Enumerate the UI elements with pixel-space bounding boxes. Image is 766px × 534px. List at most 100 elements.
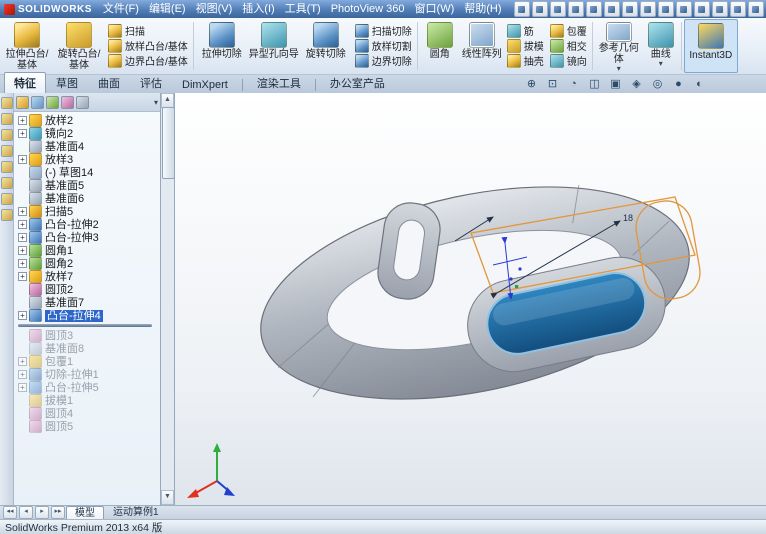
shell-button[interactable]: 抽壳	[504, 53, 547, 68]
tree-item[interactable]: + 圆顶3	[16, 329, 160, 342]
next-tab-icon[interactable]: ▸	[35, 506, 49, 519]
rollback-bar[interactable]	[18, 324, 152, 327]
tab-render-tools[interactable]: 渲染工具	[247, 72, 311, 93]
rebuild-icon[interactable]	[657, 1, 674, 17]
boundary-boss-button[interactable]: 边界凸台/基体	[105, 53, 191, 68]
revolve-boss-button[interactable]: 旋转凸台/基体	[53, 19, 105, 73]
side-tool-icon-6[interactable]	[0, 177, 13, 189]
side-tool-icon-3[interactable]	[0, 129, 13, 141]
tree-item[interactable]: + 凸台-拉伸2	[16, 218, 160, 231]
display-style-icon[interactable]: ◈	[628, 77, 645, 92]
model-canvas[interactable]: 18	[175, 93, 766, 505]
expand-icon[interactable]: +	[18, 155, 27, 164]
menu-item[interactable]: 编辑(E)	[144, 0, 191, 18]
tab-dimxpert[interactable]: DimXpert	[172, 76, 238, 93]
section-view-icon[interactable]: ◫	[586, 77, 603, 92]
tab-features[interactable]: 特征	[4, 72, 46, 93]
scroll-down-icon[interactable]: ▼	[161, 490, 174, 505]
side-tool-icon-7[interactable]	[0, 193, 13, 205]
expand-icon[interactable]: +	[18, 220, 27, 229]
zoom-area-icon[interactable]: ⊡	[544, 77, 561, 92]
mirror-button[interactable]: 镜向	[547, 53, 590, 68]
zoom-to-fit-icon[interactable]: ⊕	[523, 77, 540, 92]
redo-icon[interactable]	[621, 1, 638, 17]
tree-item[interactable]: + 圆顶5	[16, 420, 160, 433]
tree-item[interactable]: + 基准面4	[16, 140, 160, 153]
previous-view-icon[interactable]: ◔	[565, 77, 582, 92]
side-tool-icon-8[interactable]	[0, 209, 13, 221]
menu-item[interactable]: PhotoView 360	[326, 0, 410, 18]
save-icon[interactable]	[549, 1, 566, 17]
expand-icon[interactable]: +	[18, 246, 27, 255]
expand-icon[interactable]: +	[18, 272, 27, 281]
hole-wizard-button[interactable]: 异型孔向导	[248, 19, 300, 73]
tree-item[interactable]: + 基准面7	[16, 296, 160, 309]
loft-cut-button[interactable]: 放样切割	[352, 38, 415, 53]
first-tab-icon[interactable]: ◂◂	[3, 506, 17, 519]
expand-icon[interactable]: +	[18, 357, 27, 366]
menu-item[interactable]: 插入(I)	[237, 0, 279, 18]
tab-divider[interactable]	[314, 79, 316, 91]
wrap-button[interactable]: 包覆	[547, 23, 590, 38]
configurationmanager-tab-icon[interactable]	[46, 95, 59, 109]
expand-icon[interactable]: +	[18, 116, 27, 125]
tab-evaluate[interactable]: 评估	[130, 72, 172, 93]
tab-sketch[interactable]: 草图	[46, 72, 88, 93]
expand-icon[interactable]: +	[18, 129, 27, 138]
expand-icon[interactable]: +	[18, 311, 27, 320]
extrude-cut-button[interactable]: 拉伸切除	[196, 19, 248, 73]
reference-geometry-button[interactable]: 参考几何体 ▾	[595, 19, 643, 73]
tab-surfaces[interactable]: 曲面	[88, 72, 130, 93]
tree-item[interactable]: + 圆顶2	[16, 283, 160, 296]
side-tool-icon-2[interactable]	[0, 113, 13, 125]
tree-item[interactable]: + 凸台-拉伸5	[16, 381, 160, 394]
measure-icon[interactable]	[693, 1, 710, 17]
displaymanager-tab-icon[interactable]	[76, 95, 89, 109]
last-tab-icon[interactable]: ▸▸	[51, 506, 65, 519]
tree-scrollbar[interactable]: ▲ ▼	[161, 93, 175, 505]
expand-icon[interactable]: +	[18, 207, 27, 216]
tab-divider[interactable]	[241, 79, 243, 91]
edit-appearance-icon[interactable]: ●	[670, 77, 687, 92]
tree-item[interactable]: + 拔模1	[16, 394, 160, 407]
section-icon[interactable]	[711, 1, 728, 17]
tab-motion-study-1[interactable]: 运动算例1	[104, 505, 168, 520]
expand-icon[interactable]: +	[18, 233, 27, 242]
open-icon[interactable]	[531, 1, 548, 17]
options-icon[interactable]	[747, 1, 764, 17]
scroll-up-icon[interactable]: ▲	[161, 93, 174, 108]
chevron-down-icon[interactable]: ▾	[154, 98, 158, 107]
expand-icon[interactable]: +	[18, 259, 27, 268]
wristband-model[interactable]	[241, 152, 708, 434]
tree-item[interactable]: + 基准面5	[16, 179, 160, 192]
tab-office-products[interactable]: 办公室产品	[320, 72, 395, 93]
tree-item[interactable]: + 圆角1	[16, 244, 160, 257]
featuremanager-tab-icon[interactable]	[16, 95, 29, 109]
tree-item[interactable]: + 基准面8	[16, 342, 160, 355]
select-icon[interactable]	[639, 1, 656, 17]
view-orientation-icon[interactable]: ▣	[607, 77, 624, 92]
sweep-button[interactable]: 扫描	[105, 23, 191, 38]
instant3d-button[interactable]: Instant3D	[683, 19, 738, 73]
tab-model[interactable]: 模型	[66, 505, 104, 520]
dimxpertmanager-tab-icon[interactable]	[61, 95, 74, 109]
menu-item[interactable]: 工具(T)	[280, 0, 326, 18]
curves-button[interactable]: 曲线 ▾	[643, 19, 679, 73]
fillet-button[interactable]: 圆角	[420, 19, 460, 73]
tree-item[interactable]: + (-) 草图14	[16, 166, 160, 179]
side-tool-icon-5[interactable]	[0, 161, 13, 173]
tree-item[interactable]: + 扫描5	[16, 205, 160, 218]
file-properties-icon[interactable]	[675, 1, 692, 17]
draft-button[interactable]: 拔模	[504, 38, 547, 53]
menu-item[interactable]: 文件(F)	[98, 0, 144, 18]
revolve-cut-button[interactable]: 旋转切除	[300, 19, 352, 73]
tree-item[interactable]: + 凸台-拉伸4	[16, 309, 160, 322]
side-tool-icon-1[interactable]	[0, 97, 13, 109]
extrude-boss-button[interactable]: 拉伸凸台/基体	[1, 19, 53, 73]
tree-item[interactable]: + 放样7	[16, 270, 160, 283]
tree-item[interactable]: + 圆顶4	[16, 407, 160, 420]
intersect-button[interactable]: 相交	[547, 38, 590, 53]
print-icon[interactable]	[567, 1, 584, 17]
tree-item[interactable]: + 包覆1	[16, 355, 160, 368]
side-tool-icon-4[interactable]	[0, 145, 13, 157]
